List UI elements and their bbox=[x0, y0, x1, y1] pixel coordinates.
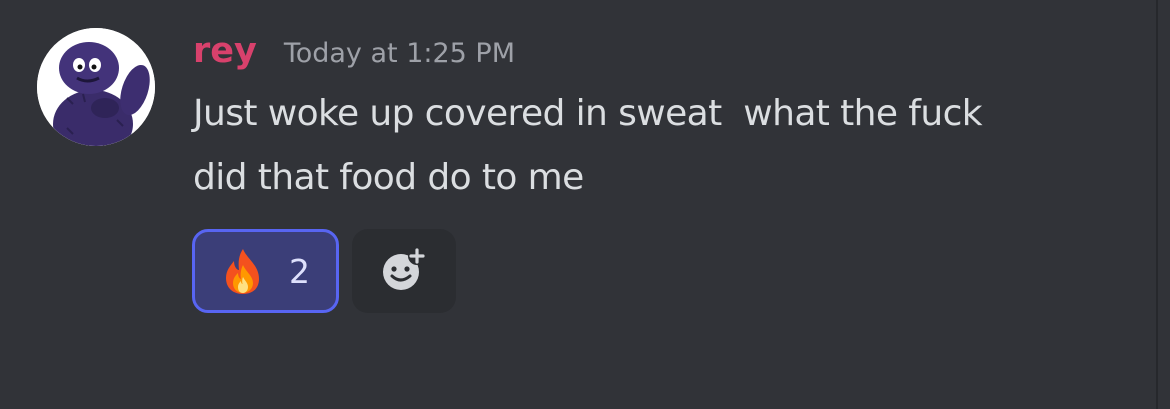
add-reaction-icon bbox=[380, 245, 428, 297]
add-reaction-button[interactable] bbox=[352, 229, 456, 313]
message-line: Just woke up covered in sweat what the f… bbox=[193, 93, 983, 134]
timestamp: Today at 1:25 PM bbox=[283, 38, 516, 69]
message-content: Just woke up covered in sweat what the f… bbox=[193, 82, 1143, 210]
scrollbar-edge bbox=[1156, 0, 1158, 409]
reactions-bar: 2 bbox=[192, 229, 456, 313]
avatar[interactable] bbox=[37, 28, 155, 146]
message-line: did that food do to me bbox=[193, 157, 584, 198]
grimace-avatar-image bbox=[37, 28, 155, 146]
username[interactable]: rey bbox=[193, 28, 257, 74]
reaction-count: 2 bbox=[289, 251, 310, 291]
fire-emoji-icon bbox=[221, 247, 265, 295]
chat-message: rey Today at 1:25 PM Just woke up covere… bbox=[0, 0, 1170, 409]
reaction-fire[interactable]: 2 bbox=[192, 229, 339, 313]
message-header: rey Today at 1:25 PM bbox=[193, 28, 515, 74]
